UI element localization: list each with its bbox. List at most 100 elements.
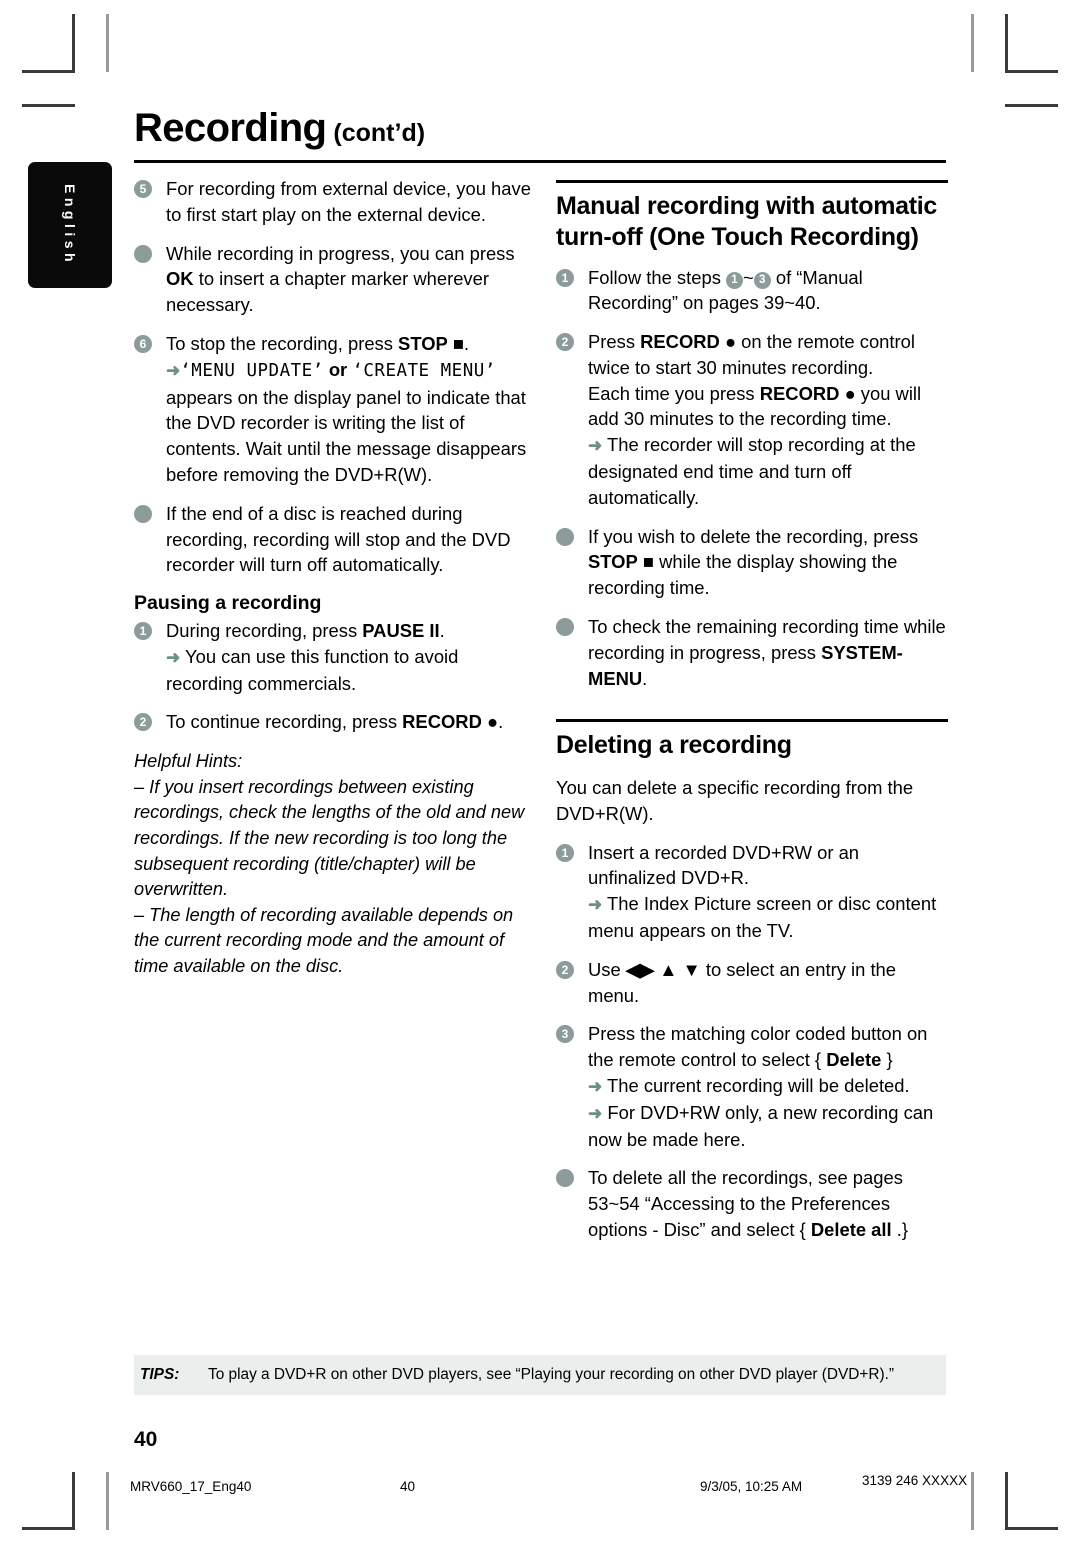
helpful-hints: Helpful Hints: – If you insert recording… [134,749,534,979]
record-dot-icon: ● [486,711,499,733]
inline-step-ref-1: 1 [726,271,743,289]
manual-step1-before: Follow the steps [588,266,726,288]
page-content: Recording (cont’d) 5 For recording from e… [0,0,1080,1544]
section-deleting-recording: Deleting a recording You can delete a sp… [556,719,948,1242]
list-item-delete-step2: 2 Use ◀▶ ▲ ▼ to select an entry in the m… [556,957,948,1009]
tips-label: TIPS: [140,1366,180,1383]
list-item-chapter-marker: While recording in progress, you can pre… [134,241,534,318]
key-record: RECORD [402,711,482,733]
delete-step3-result-1: The current recording will be deleted. [607,1074,910,1096]
key-pause: PAUSE [362,619,425,641]
key-ok: OK [166,268,194,290]
result-arrow-icon: ➜ [588,895,603,915]
navigation-arrows-icon: ◀▶ ▲ ▼ [625,958,701,980]
list-item-check-remaining-time: To check the remaining recording time wh… [556,614,948,691]
pause-step2-before: To continue recording, press [166,711,403,733]
step-marker-5: 5 [134,180,152,198]
result-arrow-icon: ➜ [588,1076,603,1096]
delete-all-after: .} [891,1218,908,1240]
subsection-pausing-title: Pausing a recording [134,592,322,615]
tips-inner: TIPS: To play a DVD+R on other DVD playe… [134,1364,946,1385]
manual-step2-l1-before: Press [588,331,641,353]
result-arrow-icon: ➜ [166,647,181,667]
footer-date: 9/3/05, 10:25 AM [700,1479,803,1494]
inline-step-ref-3: 3 [753,271,771,289]
list-item-delete-step1: 1 Insert a recorded DVD+RW or an unfinal… [556,840,948,944]
pause-step1-after: . [439,619,445,641]
result-arrow-icon: ➜ [166,360,181,380]
page-title-continued: (cont’d) [333,119,426,147]
key-stop: STOP [398,332,448,354]
lcd-create-menu: ‘CREATE MENU’ [352,360,496,381]
pause-step1-result: You can use this function to avoid recor… [166,645,459,694]
right-column: Manual recording with automatic turn-off… [556,176,948,1256]
delete-step1-text: Insert a recorded DVD+RW or an unfinaliz… [588,841,860,889]
step6-rest: appears on the display panel to indicate… [166,386,527,485]
list-item-pause-step1: 1 During recording, press PAUSE II. ➜ Yo… [134,618,534,696]
bullet-dot-icon [556,527,574,546]
hint-1: – If you insert recordings between exist… [134,776,525,900]
record-dot-icon: ● [844,382,856,404]
delete-step1-result: The Index Picture screen or disc content… [588,893,937,941]
list-item-step6: 6 To stop the recording, press STOP ■. ➜… [134,331,534,488]
list-item-delete-all: To delete all the recordings, see pages … [556,1165,948,1242]
key-record: RECORD [640,331,720,353]
result-arrow-icon: ➜ [588,436,603,456]
list-item-manual-step2: 2 Press RECORD ● on the remote control t… [556,329,948,511]
lcd-join: or [323,358,353,380]
stop-square-icon: ■ [452,332,465,354]
menu-option-delete: Delete [826,1049,882,1071]
section-divider [556,719,948,722]
list-item-pause-step2: 2 To continue recording, press RECORD ●. [134,709,534,735]
step-marker-1: 1 [134,621,152,640]
step-marker-2: 2 [556,960,574,979]
delete-step2-before: Use [588,958,626,980]
step-marker-2: 2 [556,333,574,352]
title-divider [134,160,946,163]
bullet-dot-icon [556,618,574,637]
key-record: RECORD [759,382,840,404]
pause-step2-after: . [498,711,504,733]
pause-bars-icon: II [429,619,440,641]
manual-step2-result: The recorder will stop recording at the … [588,434,916,508]
step6-period: . [464,332,470,354]
step-marker-1: 1 [556,843,574,862]
page-title-main: Recording [134,106,327,150]
tips-box: TIPS: To play a DVD+R on other DVD playe… [134,1355,946,1395]
page-title: Recording (cont’d) [134,106,946,151]
step5-text: For recording from external device, you … [166,178,531,225]
footer-filename: MRV660_17_Eng40 [130,1479,252,1494]
bullet-text-after: to insert a chapter marker wherever nece… [166,268,489,316]
list-item-delete-while-recording: If you wish to delete the recording, pre… [556,524,948,601]
section-title-manual-recording: Manual recording with automatic turn-off… [556,191,938,251]
hints-title: Helpful Hints: [134,751,243,772]
step-marker-3: 3 [556,1025,574,1044]
bullet-dot-icon [134,244,152,263]
menu-option-delete-all: Delete all [810,1218,892,1240]
bullet-dot-icon [556,1169,574,1188]
bullet-dot-icon [134,504,152,523]
step-marker-1: 1 [556,268,574,287]
hint-2: – The length of recording available depe… [134,904,514,976]
check-time-after: . [642,667,648,689]
page-number: 40 [134,1428,158,1451]
left-column: 5 For recording from external device, yo… [134,176,534,979]
section-title-deleting-recording: Deleting a recording [556,730,792,759]
lcd-menu-update: ‘MENU UPDATE’ [180,360,324,381]
deleting-intro: You can delete a specific recording from… [556,776,914,824]
record-dot-icon: ● [724,331,737,353]
key-stop: STOP [588,551,638,573]
end-of-disc-text: If the end of a disc is reached during r… [166,502,511,576]
list-item-end-of-disc: If the end of a disc is reached during r… [134,501,534,578]
stop-square-icon: ■ [642,551,654,573]
delete-rec-before: If you wish to delete the recording, pre… [588,525,919,547]
pause-step1-before: During recording, press [166,619,363,641]
tips-text: To play a DVD+R on other DVD players, se… [208,1366,895,1383]
manual-step2-l2-before: Each time you press [588,382,760,404]
step-marker-2: 2 [134,713,152,732]
step6-text-before: To stop the recording, press [166,332,399,354]
footer-code: 3139 246 XXXXX [862,1473,968,1488]
step-marker-6: 6 [134,334,152,353]
delete-step3-result-2: For DVD+RW only, a new recording can now… [588,1101,934,1150]
inline-tilde: ~ [743,266,754,288]
